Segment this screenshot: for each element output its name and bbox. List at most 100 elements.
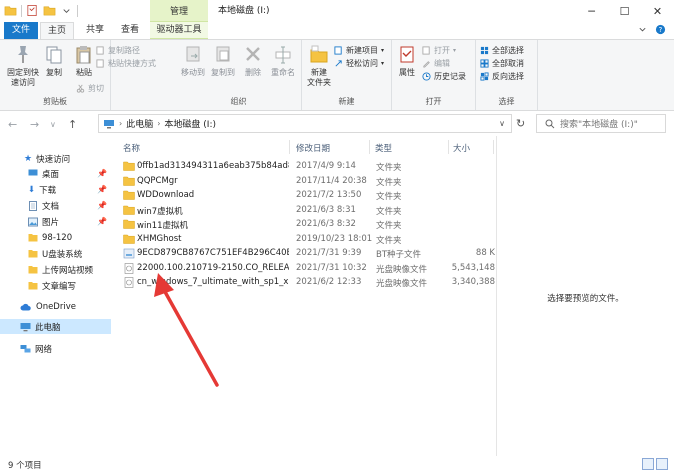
chevron-down-icon[interactable]: ∨ [499, 119, 505, 128]
open-button[interactable]: 打开 ▾ [422, 44, 456, 56]
file-name: win11虚拟机 [137, 221, 189, 231]
nav-onedrive[interactable]: OneDrive [0, 299, 111, 314]
move-to-button[interactable]: 移动到 [178, 44, 208, 78]
new-folder-icon[interactable] [43, 4, 56, 17]
paste-button[interactable]: 粘贴 [70, 44, 98, 78]
nav-item-downloads[interactable]: ⬇ 下载 📌 [0, 182, 111, 197]
chevron-right-icon[interactable]: › [119, 119, 122, 128]
details-view-button[interactable] [642, 458, 654, 470]
chevron-right-icon[interactable]: › [157, 119, 160, 128]
copy-path-label: 复制路径 [108, 45, 140, 55]
nav-item-folder[interactable]: U盘装系统 [0, 246, 111, 261]
group-label: 打开 [425, 97, 442, 106]
new-folder-button[interactable]: 新建 文件夹 [304, 44, 334, 88]
table-row[interactable]: 9ECD879CB8767C751EF4B296C40EE... 2021/7/3… [121, 247, 495, 261]
nav-quick-access[interactable]: ★ 快速访问 [0, 151, 111, 166]
select-none-button[interactable]: 全部取消 [480, 57, 524, 69]
group-label: 剪贴板 [43, 97, 67, 106]
column-divider[interactable] [289, 140, 290, 154]
table-row[interactable]: QQPCMgr 2017/11/4 20:38 文件夹 [121, 175, 495, 189]
column-header-size[interactable]: 大小 [453, 142, 470, 154]
forward-arrow-icon[interactable]: → [30, 118, 39, 131]
file-name: XHMGhost [137, 233, 182, 244]
back-arrow-icon[interactable]: ← [8, 118, 17, 131]
rename-button[interactable]: 重命名 [268, 44, 298, 78]
tab-home[interactable]: 主页 [40, 22, 74, 39]
edit-button[interactable]: 编辑 [422, 57, 450, 69]
divider [77, 4, 78, 17]
nav-item-folder[interactable]: 文章编写 [0, 278, 111, 293]
column-divider[interactable] [493, 140, 494, 154]
maximize-button[interactable]: ☐ [608, 0, 641, 22]
search-input[interactable]: 搜索"本地磁盘 (I:)" [536, 114, 666, 133]
tab-view[interactable]: 查看 [113, 22, 147, 39]
cut-button[interactable]: 剪切 [76, 82, 104, 94]
column-header-name[interactable]: 名称 [123, 142, 140, 154]
table-row[interactable]: win11虚拟机 2021/6/3 8:32 文件夹 [121, 218, 495, 232]
address-bar[interactable]: › 此电脑 › 本地磁盘 (I:) ∨ [98, 114, 512, 133]
copy-button[interactable]: 复制 [40, 44, 68, 78]
chevron-down-icon[interactable] [638, 25, 647, 34]
close-button[interactable]: ✕ [641, 0, 674, 22]
ribbon-tab-controls: ? [638, 24, 666, 35]
file-type: 文件夹 [376, 177, 402, 188]
pin-to-quick-access-button[interactable]: 固定到快 速访问 [6, 44, 40, 88]
pin-icon[interactable]: 📌 [97, 169, 107, 178]
table-row[interactable]: 22000.100.210719-2150.CO_RELEASE... 2021/… [121, 262, 495, 276]
file-date: 2019/10/23 18:01 [296, 233, 373, 244]
easy-access-button[interactable]: 轻松访问 ▾ [334, 57, 384, 69]
file-size: 88 K [475, 248, 495, 258]
new-item-button[interactable]: 新建项目 ▾ [334, 44, 384, 56]
select-all-button[interactable]: 全部选择 [480, 44, 524, 56]
breadcrumb-drive[interactable]: 本地磁盘 (I:) [164, 117, 216, 130]
column-header-type[interactable]: 类型 [375, 142, 392, 154]
group-label: 选择 [498, 97, 515, 106]
file-date: 2021/6/2 12:33 [296, 277, 362, 287]
column-divider[interactable] [448, 140, 449, 154]
pin-icon[interactable]: 📌 [97, 201, 107, 210]
invert-selection-label: 反向选择 [492, 71, 524, 81]
properties-icon[interactable] [26, 4, 39, 17]
column-header-date[interactable]: 修改日期 [296, 142, 330, 154]
help-icon[interactable]: ? [655, 24, 666, 35]
large-icons-view-button[interactable] [656, 458, 668, 470]
pin-icon[interactable]: 📌 [97, 217, 107, 226]
nav-item-pictures[interactable]: 图片 📌 [0, 214, 111, 229]
nav-item-documents[interactable]: 文档 📌 [0, 198, 111, 213]
refresh-icon[interactable]: ↻ [516, 117, 525, 130]
chevron-down-icon[interactable]: ∨ [50, 120, 56, 129]
minimize-button[interactable]: ─ [575, 0, 608, 22]
pin-icon[interactable]: 📌 [97, 185, 107, 194]
properties-icon [400, 46, 414, 63]
history-icon [422, 71, 431, 81]
table-row[interactable]: XHMGhost 2019/10/23 18:01 文件夹 [121, 233, 495, 247]
nav-network[interactable]: 网络 [0, 341, 111, 356]
copy-path-button[interactable]: 复制路径 [96, 44, 140, 56]
tab-file[interactable]: 文件 [4, 22, 38, 39]
nav-item-folder[interactable]: 上传网站视频 [0, 262, 111, 277]
tab-driver-tools[interactable]: 驱动器工具 [150, 22, 208, 39]
properties-button[interactable]: 属性 [394, 44, 420, 78]
delete-button[interactable]: 删除 [240, 44, 266, 78]
column-divider[interactable] [369, 140, 370, 154]
history-button[interactable]: 历史记录 [422, 70, 466, 82]
nav-item-desktop[interactable]: 桌面 📌 [0, 166, 111, 181]
table-row[interactable]: win7虚拟机 2021/6/3 8:31 文件夹 [121, 204, 495, 218]
nav-this-pc[interactable]: 此电脑 [0, 319, 111, 334]
up-arrow-icon[interactable]: ↑ [68, 118, 77, 131]
tab-manage[interactable]: 管理 [150, 0, 208, 22]
file-size: 3,340,388 [451, 277, 495, 287]
paste-shortcut-button[interactable]: 粘贴快捷方式 [96, 57, 156, 69]
table-row[interactable]: WDDownload 2021/7/2 13:50 文件夹 [121, 189, 495, 203]
breadcrumb-this-pc[interactable]: 此电脑 [126, 117, 153, 130]
invert-selection-button[interactable]: 反向选择 [480, 70, 524, 82]
copy-to-button[interactable]: 复制到 [208, 44, 238, 78]
chevron-down-icon: ▾ [381, 59, 385, 67]
properties-label: 属性 [399, 68, 415, 77]
chevron-down-icon: ▾ [453, 46, 457, 54]
tab-share[interactable]: 共享 [78, 22, 112, 39]
table-row[interactable]: 0ffb1ad313494311a6eab375b84ad8ad 2017/4/9… [121, 160, 495, 174]
chevron-down-icon[interactable] [60, 4, 73, 17]
nav-item-folder[interactable]: 98-120 [0, 230, 111, 245]
table-row[interactable]: cn_windows_7_ultimate_with_sp1_x64_... 20… [121, 276, 495, 290]
